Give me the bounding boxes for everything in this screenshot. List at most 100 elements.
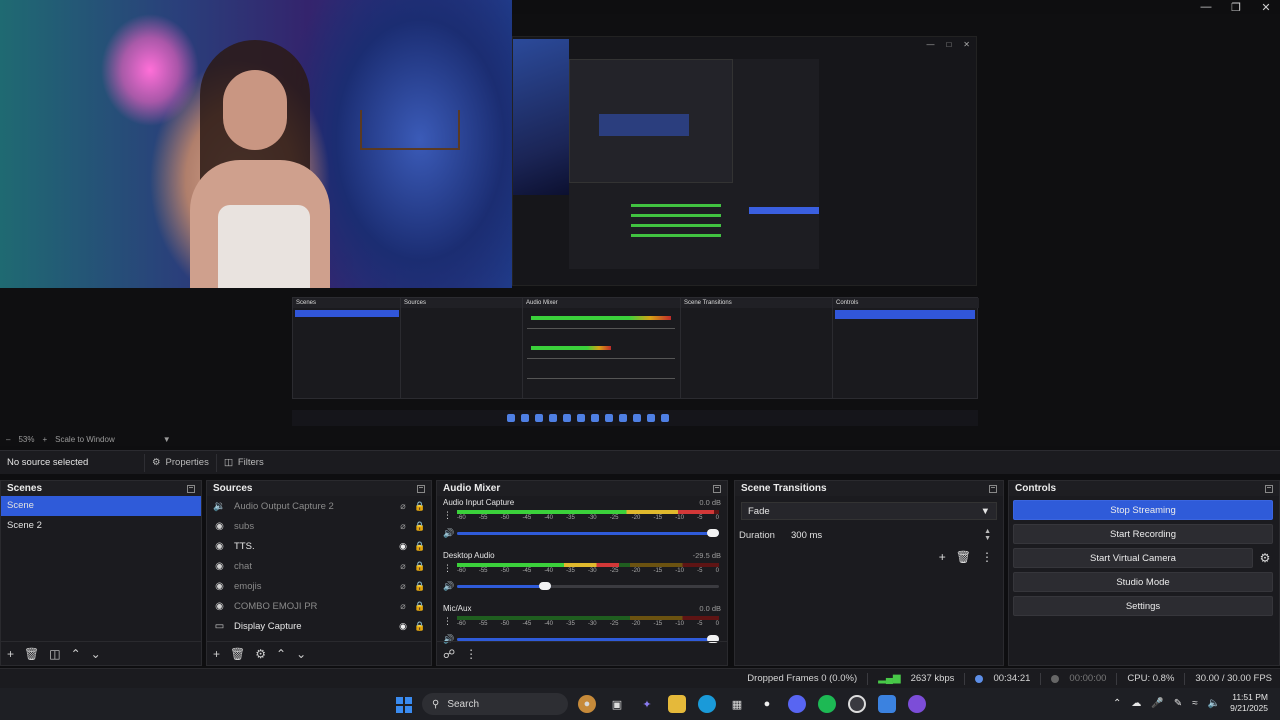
source-row[interactable]: ◉ chat ⌀ 🔒 xyxy=(207,556,431,576)
settings-button[interactable]: Settings xyxy=(1013,596,1273,616)
meter-tick-label: -10 xyxy=(675,515,684,521)
properties-button[interactable]: ⚙ Properties xyxy=(144,453,216,472)
add-icon[interactable]: + xyxy=(939,550,946,564)
duration-spinbox[interactable]: 300 ms ▲ ▼ xyxy=(785,526,997,544)
kebab-icon[interactable]: ⋮ xyxy=(981,550,993,564)
chevron-up-icon[interactable]: ⌃ xyxy=(1113,698,1121,709)
planet-icon[interactable]: ● xyxy=(578,695,596,713)
task-view-icon[interactable]: ▣ xyxy=(608,695,626,713)
scene-list: Scene Scene 2 xyxy=(1,496,201,536)
gear-icon[interactable]: ⚙ xyxy=(255,647,266,661)
discord-icon[interactable] xyxy=(788,695,806,713)
volume-slider[interactable] xyxy=(457,582,719,590)
mic-icon[interactable]: 🎤 xyxy=(1151,698,1163,709)
folder-icon[interactable] xyxy=(668,695,686,713)
taskbar-search[interactable]: ⚲ Search xyxy=(422,693,568,715)
cloud-icon[interactable]: ☁ xyxy=(1131,698,1141,709)
undock-icon[interactable] xyxy=(989,484,997,493)
lock-icon[interactable]: 🔒 xyxy=(414,601,426,611)
scene-item[interactable]: Scene xyxy=(1,496,201,516)
volume-slider[interactable] xyxy=(457,529,719,537)
meter-tick-label: -20 xyxy=(631,621,641,627)
edge-icon[interactable] xyxy=(698,695,716,713)
gear-icon[interactable]: ⚙ xyxy=(1257,550,1273,566)
start-virtual-camera-button[interactable]: Start Virtual Camera xyxy=(1013,548,1253,568)
controls-dock: Controls Stop Streaming Start Recording … xyxy=(1008,480,1280,666)
move-down-icon[interactable]: ⌄ xyxy=(91,647,101,661)
pen-icon[interactable]: ✎ xyxy=(1174,698,1182,709)
move-up-icon[interactable]: ⌃ xyxy=(276,647,286,661)
kebab-icon[interactable]: ⋮ xyxy=(443,616,452,627)
eye-hidden-icon[interactable]: ⌀ xyxy=(397,521,409,531)
undock-icon[interactable] xyxy=(713,484,721,493)
mic-app-icon[interactable]: ● xyxy=(758,695,776,713)
start-recording-button[interactable]: Start Recording xyxy=(1013,524,1273,544)
eye-hidden-icon[interactable]: ⌀ xyxy=(397,581,409,591)
webcam-feed xyxy=(0,0,512,288)
link-icon[interactable]: ☍ xyxy=(443,647,455,661)
lock-icon[interactable]: 🔒 xyxy=(414,521,426,531)
stop-streaming-button[interactable]: Stop Streaming xyxy=(1013,500,1273,520)
eye-icon[interactable]: ◉ xyxy=(397,621,409,631)
chevron-down-icon[interactable]: ▼ xyxy=(163,435,171,444)
zoom-in-icon[interactable]: + xyxy=(42,435,47,444)
app-icon[interactable] xyxy=(878,695,896,713)
minimize-icon[interactable]: — xyxy=(1200,1,1212,14)
scale-mode[interactable]: Scale to Window xyxy=(55,435,115,444)
speaker-icon[interactable]: 🔊 xyxy=(443,581,454,592)
filters-button[interactable]: ◫ Filters xyxy=(215,453,271,472)
kebab-icon[interactable]: ⋮ xyxy=(443,510,452,521)
wifi-icon[interactable]: ≈ xyxy=(1192,698,1198,709)
move-down-icon[interactable]: ⌄ xyxy=(296,647,306,661)
trash-icon[interactable]: 🗑 xyxy=(956,550,971,564)
copilot-icon[interactable]: ✦ xyxy=(638,695,656,713)
trash-icon[interactable]: 🗑 xyxy=(24,647,39,661)
maximize-icon[interactable]: ❐ xyxy=(1230,1,1242,14)
eye-hidden-icon[interactable]: ⌀ xyxy=(397,561,409,571)
add-icon[interactable]: + xyxy=(213,647,220,661)
meter-tick-label: -50 xyxy=(500,568,510,574)
meter-tick-label: -45 xyxy=(522,568,532,574)
meter-tick-label: -30 xyxy=(587,568,597,574)
undock-icon[interactable] xyxy=(417,484,425,493)
eye-hidden-icon[interactable]: ⌀ xyxy=(397,501,409,511)
speaker-icon[interactable]: 🔊 xyxy=(443,528,454,539)
clock[interactable]: 11:51 PM 9/21/2025 xyxy=(1230,692,1268,714)
source-row[interactable]: ▭ Display Capture ◉ 🔒 xyxy=(207,616,431,636)
chat-app-icon[interactable] xyxy=(908,695,926,713)
filter-icon[interactable]: ◫ xyxy=(49,647,60,661)
zoom-out-icon[interactable]: – xyxy=(6,435,10,444)
zoom-level: 53% xyxy=(18,434,35,444)
lock-icon[interactable]: 🔒 xyxy=(414,561,426,571)
source-label: Audio Output Capture 2 xyxy=(234,500,334,512)
obs-icon[interactable] xyxy=(848,695,866,713)
studio-mode-button[interactable]: Studio Mode xyxy=(1013,572,1273,592)
speaker-icon[interactable]: 🔈 xyxy=(1208,698,1220,709)
trash-icon[interactable]: 🗑 xyxy=(230,647,245,661)
source-row[interactable]: ◉ TTS. ◉ 🔒 xyxy=(207,536,431,556)
lock-icon[interactable]: 🔒 xyxy=(414,541,426,551)
scene-item[interactable]: Scene 2 xyxy=(1,516,201,536)
eye-hidden-icon[interactable]: ⌀ xyxy=(397,601,409,611)
kebab-icon[interactable]: ⋮ xyxy=(443,563,452,574)
lock-icon[interactable]: 🔒 xyxy=(414,581,426,591)
store-icon[interactable]: ▦ xyxy=(728,695,746,713)
kebab-icon[interactable]: ⋮ xyxy=(465,647,477,661)
eye-icon[interactable]: ◉ xyxy=(397,541,409,551)
spotify-icon[interactable] xyxy=(818,695,836,713)
undock-icon[interactable] xyxy=(187,484,195,493)
lock-icon[interactable]: 🔒 xyxy=(414,501,426,511)
preview-canvas[interactable]: — ❐ ✕ — □ ✕ Scenes Sources Audio Mixer Sce xyxy=(0,0,1280,432)
undock-icon[interactable] xyxy=(1265,484,1273,493)
move-up-icon[interactable]: ⌃ xyxy=(71,647,81,661)
close-icon[interactable]: ✕ xyxy=(1260,1,1272,14)
source-row[interactable]: ◉ emojis ⌀ 🔒 xyxy=(207,576,431,596)
transition-select[interactable]: Fade ▼ xyxy=(741,502,997,520)
windows-start-icon[interactable] xyxy=(396,697,412,713)
add-icon[interactable]: + xyxy=(7,647,14,661)
source-row[interactable]: ◉ subs ⌀ 🔒 xyxy=(207,516,431,536)
source-row[interactable]: ◉ COMBO EMOJI PR ⌀ 🔒 xyxy=(207,596,431,616)
record-icon xyxy=(1051,674,1060,683)
source-row[interactable]: 🔉 Audio Output Capture 2 ⌀ 🔒 xyxy=(207,496,431,516)
lock-icon[interactable]: 🔒 xyxy=(414,621,426,631)
